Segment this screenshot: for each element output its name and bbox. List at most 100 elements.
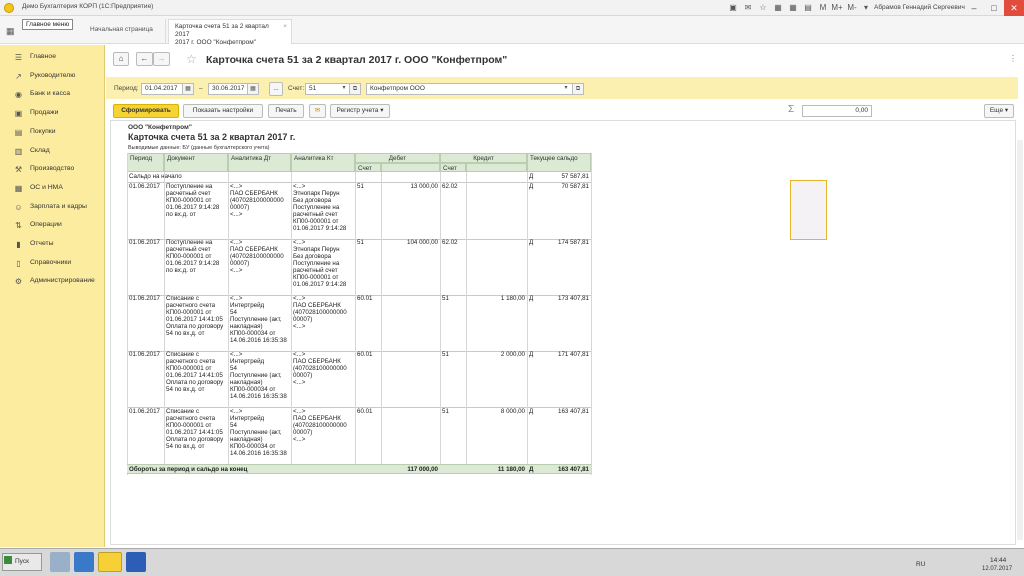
- vertical-scrollbar[interactable]: [1017, 140, 1023, 540]
- row-credit-sum: 8 000,00: [500, 408, 525, 415]
- assets-icon: ▦: [14, 183, 23, 193]
- row-analytics-kt: <...> Этнопарк Перун Без договора Поступ…: [293, 239, 347, 288]
- more-button[interactable]: Еще ▾: [984, 104, 1014, 118]
- sidebar-item-label: Справочники: [30, 258, 72, 266]
- sidebar-item[interactable]: ▣ Продажи: [0, 104, 105, 122]
- keyboard-language[interactable]: RU: [916, 561, 925, 568]
- sidebar-item[interactable]: ▦ ОС и НМА: [0, 179, 105, 197]
- close-icon[interactable]: ✕: [1004, 0, 1024, 16]
- sidebar-item[interactable]: ⇅ Операции: [0, 216, 105, 234]
- sidebar-item[interactable]: ⚙ Администрирование: [0, 272, 105, 290]
- row-credit-sum: 2 000,00: [500, 351, 525, 358]
- row-analytics-dt: <...> ПАО СБЕРБАНК (407028100000000 0000…: [230, 239, 284, 274]
- sidebar-item[interactable]: ▯ Справочники: [0, 254, 105, 272]
- column-divider: [466, 172, 467, 464]
- row-document: Списание с расчетного счета КП00-000001 …: [166, 408, 224, 450]
- toolbar-icon[interactable]: ▦: [787, 2, 799, 14]
- row-debit-sum: 13 000,00: [410, 183, 438, 190]
- memory-plus-icon[interactable]: M+: [831, 2, 843, 14]
- row-analytics-dt: <...> ПАО СБЕРБАНК (407028100000000 0000…: [230, 183, 284, 218]
- memory-icon[interactable]: M: [817, 2, 829, 14]
- open-icon[interactable]: ⧉: [349, 83, 361, 95]
- taskbar-app-icon[interactable]: [74, 552, 94, 572]
- toolbar-icon[interactable]: ▦: [772, 2, 784, 14]
- period-select-button[interactable]: ...: [269, 82, 283, 96]
- tab-close-icon[interactable]: ×: [283, 23, 287, 31]
- report-output-data: Выводимые данные: БУ (данные бухгалтерск…: [128, 145, 270, 151]
- back-button[interactable]: ←: [136, 52, 153, 66]
- grid-icon[interactable]: ▦: [6, 26, 15, 37]
- opening-balance-side: Д: [529, 173, 534, 180]
- sidebar-item[interactable]: ↗ Руководителю: [0, 67, 105, 85]
- row-credit-sum: [466, 182, 527, 192]
- reports-icon: ▮: [16, 240, 21, 249]
- main-menu[interactable]: ▦ Главное меню: [6, 19, 74, 40]
- print-button[interactable]: Печать: [268, 104, 304, 118]
- chevron-down-icon[interactable]: ▾: [560, 83, 572, 95]
- tab-strip: ▦ Главное меню Начальная страница Карточ…: [0, 16, 1024, 46]
- window-menu-icon[interactable]: ▾: [860, 2, 872, 14]
- sidebar-item-label: Покупки: [30, 127, 56, 135]
- memory-minus-icon[interactable]: M-: [846, 2, 858, 14]
- row-debit-sum: [381, 294, 440, 304]
- form-title: Карточка счета 51 за 2 квартал 2017 г. О…: [206, 54, 508, 66]
- opening-balance-value: 57 587,81: [561, 173, 589, 180]
- register-button[interactable]: Регистр учета ▾: [330, 104, 390, 118]
- taskbar-word-icon[interactable]: [126, 552, 146, 572]
- email-icon[interactable]: ✉: [309, 104, 326, 118]
- row-balance: 171 407,81: [558, 351, 589, 358]
- maximize-icon[interactable]: □: [984, 0, 1004, 16]
- toolbar-icon[interactable]: ▣: [727, 2, 739, 14]
- show-settings-button[interactable]: Показать настройки: [183, 104, 263, 118]
- sidebar-item[interactable]: ☰ Главное: [0, 48, 105, 66]
- toolbar-icon[interactable]: ✉: [742, 2, 754, 14]
- row-balance-side: Д: [529, 351, 534, 358]
- forward-button[interactable]: →: [153, 52, 170, 66]
- generate-button[interactable]: Сформировать: [113, 104, 179, 118]
- header-credit-account: Счет: [440, 163, 466, 172]
- taskbar-explorer-icon[interactable]: [50, 552, 70, 572]
- calendar-icon[interactable]: ▦: [247, 83, 259, 95]
- sidebar-item[interactable]: ▥ Склад: [0, 142, 105, 160]
- list-icon: ☰: [14, 53, 23, 62]
- open-icon[interactable]: ⧉: [572, 83, 584, 95]
- row-balance-side: Д: [529, 408, 534, 415]
- clock-date[interactable]: 12.07.2017: [982, 566, 1012, 572]
- tab-home[interactable]: Начальная страница: [84, 19, 166, 44]
- report-organization: ООО "Конфетпром": [128, 124, 192, 131]
- sidebar-item[interactable]: ☺ Зарплата и кадры: [0, 198, 105, 216]
- row-date: 01.06.2017: [129, 295, 160, 302]
- row-debit-account: 60.01: [357, 351, 373, 358]
- calendar-icon[interactable]: ▦: [182, 83, 194, 95]
- page-preview-thumbnail[interactable]: [790, 180, 827, 240]
- sales-icon: ▣: [14, 109, 23, 119]
- row-credit-account: 62.02: [442, 239, 458, 246]
- minimize-icon[interactable]: –: [964, 0, 984, 16]
- total-credit: 11 180,00: [497, 466, 525, 473]
- toolbar-icon[interactable]: ☆: [757, 2, 769, 14]
- sidebar-item-label: Банк и касса: [30, 90, 71, 98]
- toolbar-icon[interactable]: ▤: [802, 2, 814, 14]
- row-debit-sum: [381, 350, 440, 360]
- tab-account-card[interactable]: Карточка счета 51 за 2 квартал 2017 2017…: [168, 19, 292, 46]
- row-balance: 173 407,81: [558, 295, 589, 302]
- column-divider: [228, 172, 229, 464]
- sidebar-item[interactable]: ◉ Банк и касса: [0, 85, 105, 103]
- people-icon: ☺: [14, 202, 23, 212]
- clock-time[interactable]: 14:44: [990, 557, 1006, 564]
- window-title: Демо Бухгалтерия КОРП (1С:Предприятие): [22, 3, 154, 10]
- sidebar-item[interactable]: ⚒ Производство: [0, 160, 105, 178]
- home-button[interactable]: ⌂: [113, 52, 129, 66]
- column-divider: [164, 172, 165, 464]
- sidebar-item[interactable]: ▮ Отчеты: [0, 235, 105, 253]
- taskbar-1c-icon[interactable]: [98, 552, 122, 572]
- favorite-star-icon[interactable]: ☆: [186, 52, 197, 66]
- account-label: Счет:: [288, 85, 305, 92]
- more-dots-icon[interactable]: ⋮: [1009, 54, 1017, 63]
- row-debit-account: 51: [357, 239, 364, 246]
- sidebar-item[interactable]: ▤ Покупки: [0, 123, 105, 141]
- row-date: 01.06.2017: [129, 351, 160, 358]
- row-analytics-kt: <...> ПАО СБЕРБАНК (407028100000000 0000…: [293, 408, 347, 443]
- organization-input[interactable]: Конфетпром ООО: [366, 83, 584, 95]
- user-name[interactable]: Абрамов Геннадий Сергеевич: [874, 4, 965, 11]
